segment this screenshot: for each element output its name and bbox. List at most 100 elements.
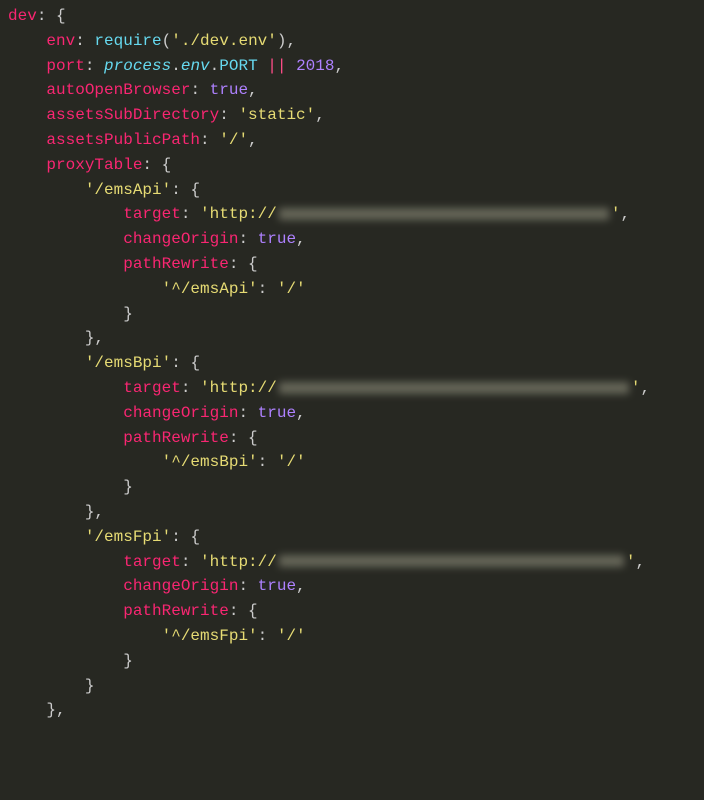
token-punct: , bbox=[334, 57, 344, 75]
token-punct: } bbox=[85, 677, 95, 695]
token-string: 'http:// bbox=[200, 379, 277, 397]
token-punct: , bbox=[315, 106, 325, 124]
code-line: pathRewrite: { bbox=[8, 252, 696, 277]
code-line: assetsPublicPath: '/', bbox=[8, 128, 696, 153]
token-punct: , bbox=[56, 701, 66, 719]
token-punct: : { bbox=[171, 528, 200, 546]
code-line: env: require('./dev.env'), bbox=[8, 29, 696, 54]
redacted-content bbox=[279, 208, 609, 220]
token-punct: , bbox=[296, 404, 306, 422]
token-punct: : bbox=[238, 404, 257, 422]
token-string: '^/emsApi' bbox=[162, 280, 258, 298]
code-line: assetsSubDirectory: 'static', bbox=[8, 103, 696, 128]
token-string: '/' bbox=[277, 627, 306, 645]
code-line: target: 'http:// ', bbox=[8, 376, 696, 401]
token-string: ' bbox=[611, 205, 621, 223]
code-line: '^/emsFpi': '/' bbox=[8, 624, 696, 649]
token-string: 'http:// bbox=[200, 553, 277, 571]
token-punct: , bbox=[296, 577, 306, 595]
code-line: } bbox=[8, 302, 696, 327]
token-prop: pathRewrite bbox=[123, 255, 229, 273]
token-prop: proxyTable bbox=[46, 156, 142, 174]
token-punct: : bbox=[238, 577, 257, 595]
code-line: '^/emsBpi': '/' bbox=[8, 450, 696, 475]
token-prop: env bbox=[46, 32, 75, 50]
code-line: } bbox=[8, 674, 696, 699]
token-punct: } bbox=[85, 329, 95, 347]
token-punct: : { bbox=[229, 429, 258, 447]
code-line: dev: { bbox=[8, 4, 696, 29]
token-punct: , bbox=[640, 379, 650, 397]
token-prop: target bbox=[123, 379, 181, 397]
token-punct: : bbox=[258, 280, 277, 298]
token-punct: : bbox=[219, 106, 238, 124]
code-block: dev: { env: require('./dev.env'), port : … bbox=[8, 4, 696, 723]
token-punct: , bbox=[248, 81, 258, 99]
token-punct: , bbox=[286, 32, 296, 50]
token-punct: : { bbox=[142, 156, 171, 174]
token-punct: } bbox=[123, 478, 133, 496]
token-punct: : bbox=[258, 627, 277, 645]
token-var: process bbox=[104, 57, 171, 75]
token-punct: : bbox=[181, 205, 200, 223]
code-line: changeOrigin: true, bbox=[8, 227, 696, 252]
token-prop: target bbox=[123, 205, 181, 223]
token-string: ' bbox=[631, 379, 641, 397]
token-punct: : bbox=[190, 81, 209, 99]
token-punct: : { bbox=[37, 7, 66, 25]
token-punct: } bbox=[85, 503, 95, 521]
code-line: '/emsFpi': { bbox=[8, 525, 696, 550]
token-punct: : { bbox=[229, 255, 258, 273]
token-string: '/' bbox=[277, 453, 306, 471]
token-punct: : { bbox=[229, 602, 258, 620]
token-number: 2018 bbox=[296, 57, 334, 75]
code-line: proxyTable: { bbox=[8, 153, 696, 178]
token-string: './dev.env' bbox=[171, 32, 277, 50]
token-prop: assetsPublicPath bbox=[46, 131, 200, 149]
code-line: autoOpenBrowser: true, bbox=[8, 78, 696, 103]
redacted-content bbox=[279, 382, 629, 394]
code-line: pathRewrite: { bbox=[8, 599, 696, 624]
token-punct: : { bbox=[171, 181, 200, 199]
code-line: }, bbox=[8, 500, 696, 525]
token-punct: , bbox=[248, 131, 258, 149]
token-punct: . bbox=[171, 57, 181, 75]
token-bool: true bbox=[258, 404, 296, 422]
code-line: '/emsApi': { bbox=[8, 178, 696, 203]
token-string: '^/emsBpi' bbox=[162, 453, 258, 471]
token-prop: target bbox=[123, 553, 181, 571]
code-line: }, bbox=[8, 326, 696, 351]
token-prop: autoOpenBrowser bbox=[46, 81, 190, 99]
token-prop: pathRewrite bbox=[123, 429, 229, 447]
token-punct: } bbox=[46, 701, 56, 719]
code-line: target: 'http://', bbox=[8, 550, 696, 575]
token-ident: require bbox=[94, 32, 161, 50]
token-punct: : { bbox=[171, 354, 200, 372]
token-prop: pathRewrite bbox=[123, 602, 229, 620]
token-punct: : bbox=[200, 131, 219, 149]
token-string: '/emsApi' bbox=[85, 181, 171, 199]
token-prop: port bbox=[46, 57, 84, 75]
code-line: changeOrigin: true, bbox=[8, 574, 696, 599]
token-bool: true bbox=[258, 577, 296, 595]
token-string: '/' bbox=[277, 280, 306, 298]
token-punct: } bbox=[123, 652, 133, 670]
token-punct: } bbox=[123, 305, 133, 323]
token-var: env bbox=[181, 57, 210, 75]
token-punct: : bbox=[258, 453, 277, 471]
code-line: } bbox=[8, 649, 696, 674]
token-prop: assetsSubDirectory bbox=[46, 106, 219, 124]
token-punct: . bbox=[210, 57, 220, 75]
token-punct: ( bbox=[162, 32, 172, 50]
token-string: ' bbox=[626, 553, 636, 571]
token-prop: changeOrigin bbox=[123, 404, 238, 422]
token-punct: , bbox=[296, 230, 306, 248]
token-punct: : bbox=[181, 379, 200, 397]
code-line: } bbox=[8, 475, 696, 500]
token-prop: changeOrigin bbox=[123, 577, 238, 595]
token-bool: true bbox=[258, 230, 296, 248]
token-punct: : bbox=[238, 230, 257, 248]
token-string: 'http:// bbox=[200, 205, 277, 223]
token-string: '/emsBpi' bbox=[85, 354, 171, 372]
token-punct: , bbox=[635, 553, 645, 571]
